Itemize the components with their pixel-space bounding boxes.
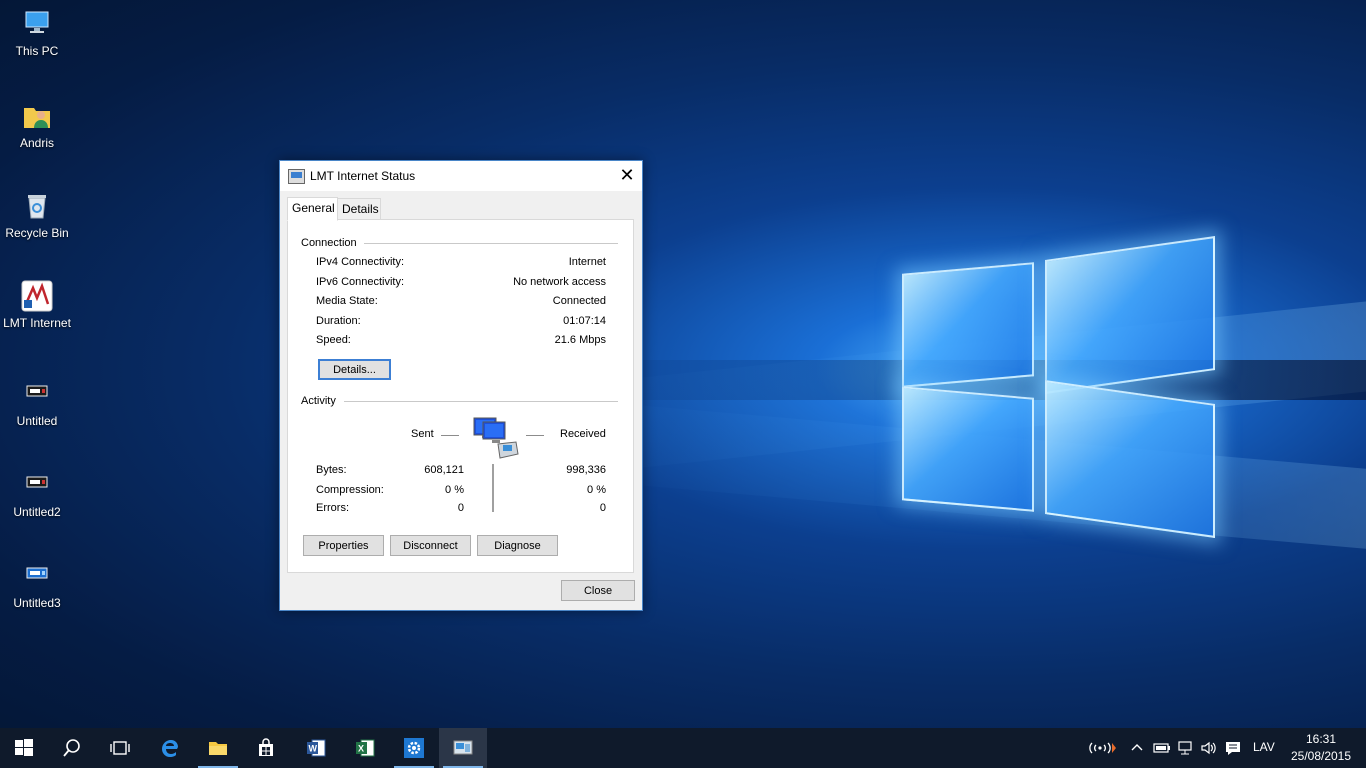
taskbar: W X LAV 16:31 25/08/2015	[0, 728, 1366, 768]
tab-details[interactable]: Details	[337, 198, 381, 220]
media-state-value: Connected	[552, 295, 606, 307]
folder-icon	[209, 742, 227, 755]
task-view-button[interactable]	[96, 728, 144, 768]
taskbar-excel[interactable]: X	[341, 728, 389, 768]
action-center-icon[interactable]	[1224, 740, 1242, 756]
activity-group-header: Activity	[301, 395, 342, 407]
ipv6-label: IPv6 Connectivity:	[316, 276, 405, 288]
excel-icon: X	[356, 739, 375, 757]
mobile-broadband-icon[interactable]	[1084, 739, 1118, 757]
ipv4-label: IPv4 Connectivity:	[316, 256, 405, 268]
activity-divider	[492, 464, 494, 512]
desktop-icon-label: Untitled2	[13, 505, 61, 519]
network-connection-icon	[453, 740, 473, 755]
lmt-internet-status-dialog: LMT Internet Status ✕ General Details Co…	[279, 160, 643, 611]
network-icon[interactable]	[1177, 740, 1195, 756]
desktop-icon-recycle-bin[interactable]: Recycle Bin	[0, 190, 74, 240]
bytes-label: Bytes:	[316, 464, 347, 476]
desktop-icon-untitled2[interactable]: Untitled2	[0, 469, 74, 519]
desktop-icon-untitled3[interactable]: Untitled3	[0, 560, 74, 610]
ipv4-value: Internet	[568, 256, 606, 268]
details-button[interactable]: Details...	[318, 359, 391, 380]
dialog-titlebar[interactable]: LMT Internet Status ✕	[280, 161, 642, 191]
media-state-label: Media State:	[316, 295, 378, 307]
desktop-icon-label: This PC	[15, 44, 59, 58]
shortcut-icon	[21, 560, 53, 592]
activity-group-line	[344, 401, 618, 402]
desktop-icon-label: Untitled3	[13, 596, 61, 610]
compression-received-value: 0 %	[587, 484, 606, 496]
windows-logo-wallpaper	[900, 230, 1216, 550]
connection-group-line	[364, 243, 618, 244]
lmt-internet-icon	[21, 280, 53, 312]
edge-icon	[162, 740, 178, 757]
system-tray: LAV	[1080, 728, 1280, 768]
gear-icon	[404, 738, 424, 758]
desktop-icon-label: Andris	[19, 136, 54, 150]
compression-sent-value: 0 %	[445, 484, 464, 496]
close-button[interactable]: Close	[561, 580, 635, 601]
svg-text:W: W	[309, 744, 318, 754]
input-language[interactable]: LAV	[1253, 740, 1275, 754]
desktop-icon-label: Recycle Bin	[5, 226, 69, 240]
errors-sent-value: 0	[457, 502, 464, 514]
start-button[interactable]	[0, 728, 48, 768]
compression-label: Compression:	[316, 484, 384, 496]
taskbar-edge[interactable]	[146, 728, 194, 768]
task-view-icon	[110, 741, 130, 755]
windows-start-icon	[15, 739, 33, 756]
computer-icon	[21, 8, 53, 40]
received-line	[526, 435, 544, 436]
tab-general[interactable]: General	[287, 197, 338, 221]
general-tab-panel: Connection IPv4 Connectivity: Internet I…	[287, 219, 634, 573]
clock-date: 25/08/2015	[1290, 749, 1352, 763]
speed-label: Speed:	[316, 334, 351, 346]
dialog-title: LMT Internet Status	[310, 169, 416, 183]
word-icon: W	[307, 739, 326, 757]
connection-group-header: Connection	[301, 237, 363, 249]
diagnose-button[interactable]: Diagnose	[477, 535, 558, 556]
shortcut-icon	[21, 469, 53, 501]
sent-label: Sent	[411, 428, 434, 440]
ipv6-value: No network access	[513, 276, 606, 288]
desktop-icon-andris[interactable]: Andris	[0, 100, 74, 150]
store-icon	[259, 738, 273, 756]
clock[interactable]: 16:31 25/08/2015	[1290, 731, 1352, 765]
received-label: Received	[560, 428, 606, 440]
duration-label: Duration:	[316, 315, 361, 327]
chevron-up-icon[interactable]	[1130, 742, 1144, 752]
duration-value: 01:07:14	[563, 315, 606, 327]
volume-icon[interactable]	[1200, 740, 1218, 756]
desktop-icon-lmt-internet[interactable]: LMT Internet	[0, 280, 74, 330]
desktop-icon-untitled[interactable]: Untitled	[0, 378, 74, 428]
desktop-icon-label: Untitled	[16, 414, 58, 428]
network-status-icon	[288, 169, 305, 184]
desktop-icon-label: LMT Internet	[3, 316, 71, 330]
user-folder-icon	[21, 100, 53, 132]
search-button[interactable]	[48, 728, 96, 768]
svg-text:X: X	[358, 744, 364, 754]
errors-received-value: 0	[599, 502, 606, 514]
clock-time: 16:31	[1305, 732, 1337, 746]
recycle-bin-icon	[21, 190, 53, 222]
taskbar-network-connection[interactable]	[439, 728, 487, 768]
bytes-received-value: 998,336	[566, 464, 606, 476]
network-activity-icon	[472, 414, 520, 462]
battery-icon[interactable]	[1153, 741, 1171, 755]
taskbar-file-explorer[interactable]	[194, 728, 242, 768]
taskbar-settings[interactable]	[390, 728, 438, 768]
bytes-sent-value: 608,121	[424, 464, 464, 476]
close-icon[interactable]: ✕	[612, 161, 642, 191]
taskbar-word[interactable]: W	[292, 728, 340, 768]
search-icon	[63, 739, 80, 757]
disconnect-button[interactable]: Disconnect	[390, 535, 471, 556]
shortcut-icon	[21, 378, 53, 410]
properties-button[interactable]: Properties	[303, 535, 384, 556]
sent-line	[441, 435, 459, 436]
speed-value: 21.6 Mbps	[554, 334, 606, 346]
taskbar-store[interactable]	[242, 728, 290, 768]
desktop-icon-this-pc[interactable]: This PC	[0, 8, 74, 58]
errors-label: Errors:	[316, 502, 349, 514]
